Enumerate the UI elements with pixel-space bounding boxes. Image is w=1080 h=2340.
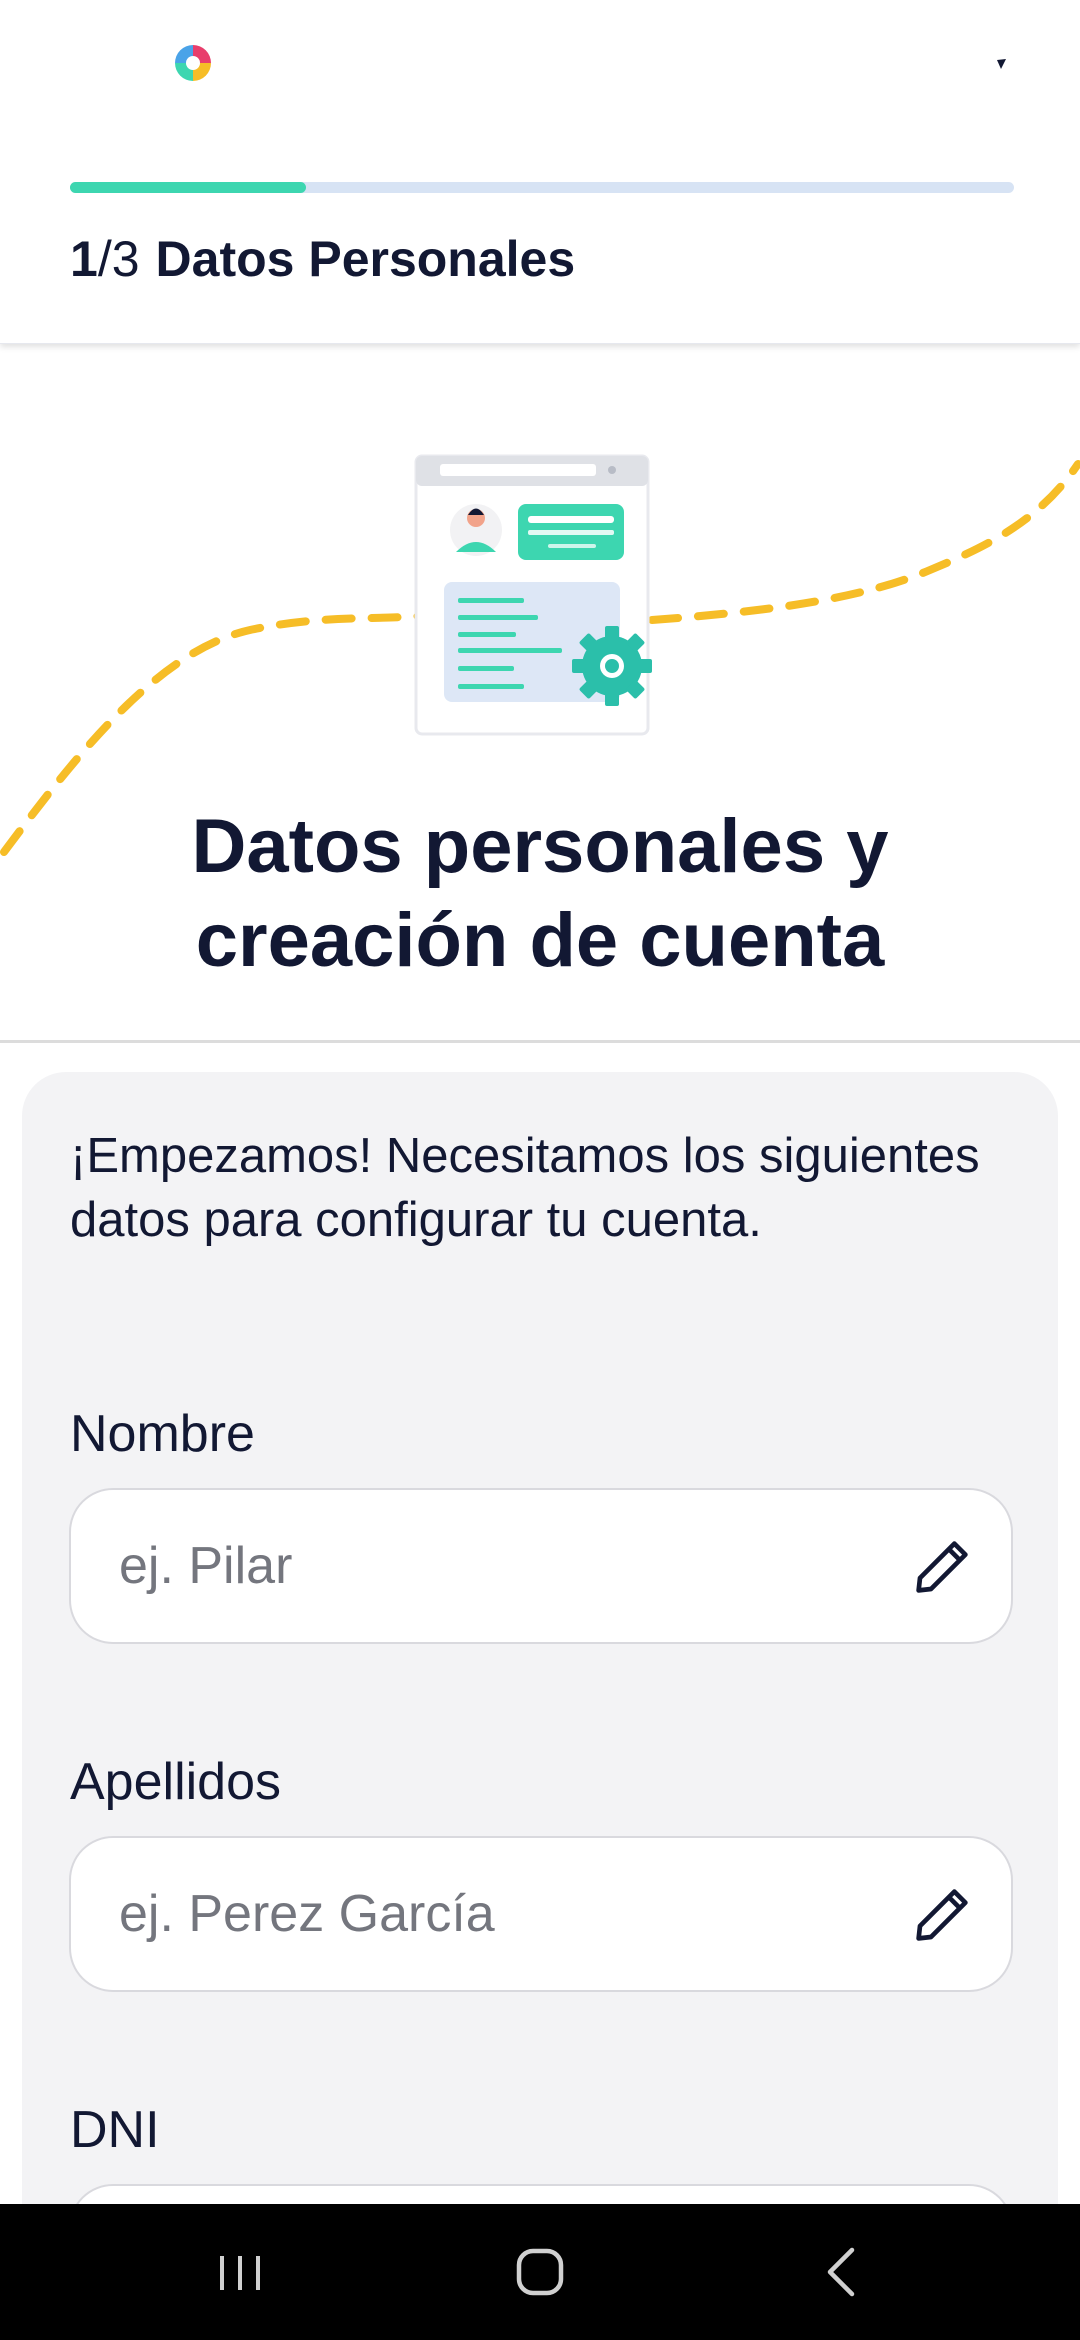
page-title-line2: creación de cuenta — [195, 898, 885, 983]
more-icon[interactable] — [993, 56, 1009, 72]
home-icon[interactable] — [508, 2240, 572, 2304]
step-title: Datos Personales — [155, 231, 576, 287]
step-current: 1 — [70, 231, 98, 287]
dni-label: DNI — [70, 2101, 160, 2159]
app-logo-icon[interactable] — [172, 42, 214, 84]
system-nav-bar — [0, 2204, 1080, 2340]
step-total: 3 — [111, 231, 140, 287]
progress-bar — [70, 182, 1014, 193]
pencil-icon[interactable] — [909, 1534, 975, 1600]
pencil-icon[interactable] — [909, 1882, 975, 1948]
intro-text: ¡Empezamos! Necesitamos los siguientes d… — [70, 1129, 980, 1247]
header: 1/3 Datos Personales — [0, 0, 1080, 344]
nombre-field[interactable] — [69, 1488, 1013, 1644]
page-title: Datos personales y creación de cuenta — [0, 800, 1080, 988]
progress-fill — [70, 182, 306, 193]
step-separator: / — [97, 231, 112, 287]
back-icon[interactable] — [812, 2240, 876, 2304]
apellidos-label: Apellidos — [70, 1753, 282, 1811]
form-card: ¡Empezamos! Necesitamos los siguientes d… — [22, 1072, 1058, 2340]
apellidos-field[interactable] — [69, 1836, 1013, 1992]
screen: 1/3 Datos Personales Datos personales y … — [0, 0, 1080, 2340]
nombre-input[interactable] — [119, 1490, 899, 1642]
apellidos-input[interactable] — [119, 1838, 899, 1990]
divider — [0, 1040, 1080, 1043]
step-indicator: 1/3 Datos Personales — [70, 228, 575, 290]
recents-icon[interactable] — [208, 2240, 272, 2304]
id-card-gear-illustration — [414, 454, 652, 736]
nombre-label: Nombre — [70, 1405, 255, 1463]
page-title-line1: Datos personales y — [191, 804, 889, 889]
